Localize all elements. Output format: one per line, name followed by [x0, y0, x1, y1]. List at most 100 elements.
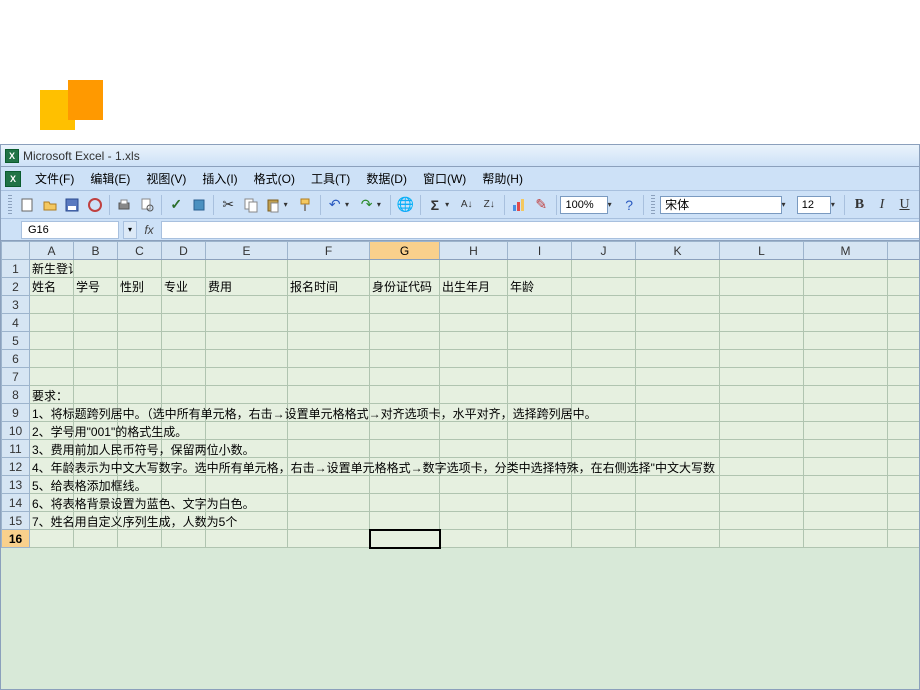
cell-M12[interactable]: [804, 458, 888, 476]
menu-data[interactable]: 数据(D): [358, 168, 415, 189]
col-header-L[interactable]: L: [720, 242, 804, 260]
cell-D4[interactable]: [162, 314, 206, 332]
cell-C7[interactable]: [118, 368, 162, 386]
col-header-A[interactable]: A: [30, 242, 74, 260]
print-icon[interactable]: [114, 194, 135, 216]
row-header-14[interactable]: 14: [2, 494, 30, 512]
permission-icon[interactable]: [84, 194, 105, 216]
cell-C6[interactable]: [118, 350, 162, 368]
cell-N4[interactable]: [888, 314, 920, 332]
cell-A11[interactable]: 3、费用前加人民币符号，保留两位小数。: [30, 440, 74, 458]
cell-E2[interactable]: 费用: [206, 278, 288, 296]
cell-E6[interactable]: [206, 350, 288, 368]
cell-L5[interactable]: [720, 332, 804, 350]
cell-A14[interactable]: 6、将表格背景设置为蓝色、文字为白色。: [30, 494, 74, 512]
cell-K9[interactable]: [636, 404, 720, 422]
format-painter-icon[interactable]: [295, 194, 316, 216]
cell-J2[interactable]: [572, 278, 636, 296]
cell-H13[interactable]: [440, 476, 508, 494]
cell-N3[interactable]: [888, 296, 920, 314]
cell-H1[interactable]: [440, 260, 508, 278]
autosum-dropdown-icon[interactable]: ▾: [445, 200, 454, 209]
row-header-3[interactable]: 3: [2, 296, 30, 314]
save-icon[interactable]: [62, 194, 83, 216]
cell-A15[interactable]: 7、姓名用自定义序列生成，人数为5个: [30, 512, 74, 530]
cell-F14[interactable]: [288, 494, 370, 512]
cell-M1[interactable]: [804, 260, 888, 278]
cell-I8[interactable]: [508, 386, 572, 404]
cell-J1[interactable]: [572, 260, 636, 278]
cell-N14[interactable]: [888, 494, 920, 512]
cell-F16[interactable]: [288, 530, 370, 548]
open-icon[interactable]: [39, 194, 60, 216]
research-icon[interactable]: [189, 194, 210, 216]
cell-J10[interactable]: [572, 422, 636, 440]
autosum-icon[interactable]: Σ: [425, 194, 446, 216]
zoom-combo[interactable]: 100%: [560, 196, 607, 214]
cell-I4[interactable]: [508, 314, 572, 332]
cell-B3[interactable]: [74, 296, 118, 314]
cell-G7[interactable]: [370, 368, 440, 386]
cell-H4[interactable]: [440, 314, 508, 332]
cell-M3[interactable]: [804, 296, 888, 314]
row-header-5[interactable]: 5: [2, 332, 30, 350]
cell-H8[interactable]: [440, 386, 508, 404]
redo-icon[interactable]: ↷: [356, 194, 377, 216]
cell-B7[interactable]: [74, 368, 118, 386]
font-size-combo[interactable]: 12: [797, 196, 831, 214]
menu-help[interactable]: 帮助(H): [474, 168, 531, 189]
cell-N7[interactable]: [888, 368, 920, 386]
cell-J6[interactable]: [572, 350, 636, 368]
cell-K1[interactable]: [636, 260, 720, 278]
font-size-dropdown-icon[interactable]: ▾: [831, 200, 840, 209]
cell-J16[interactable]: [572, 530, 636, 548]
cell-J3[interactable]: [572, 296, 636, 314]
cell-N15[interactable]: [888, 512, 920, 530]
cell-E5[interactable]: [206, 332, 288, 350]
font-name-combo[interactable]: 宋体: [660, 196, 781, 214]
cell-M8[interactable]: [804, 386, 888, 404]
cell-N5[interactable]: [888, 332, 920, 350]
italic-button[interactable]: I: [872, 194, 893, 216]
menu-format[interactable]: 格式(O): [246, 168, 303, 189]
cell-D16[interactable]: [162, 530, 206, 548]
cell-D3[interactable]: [162, 296, 206, 314]
zoom-dropdown-icon[interactable]: ▾: [608, 200, 617, 209]
col-header-K[interactable]: K: [636, 242, 720, 260]
cell-B4[interactable]: [74, 314, 118, 332]
cell-K10[interactable]: [636, 422, 720, 440]
cell-K7[interactable]: [636, 368, 720, 386]
sort-desc-icon[interactable]: Z↓: [479, 194, 500, 216]
cell-F4[interactable]: [288, 314, 370, 332]
underline-button[interactable]: U: [894, 194, 915, 216]
cell-F7[interactable]: [288, 368, 370, 386]
cell-G2[interactable]: 身份证代码: [370, 278, 440, 296]
formula-input[interactable]: [161, 221, 919, 239]
cell-L15[interactable]: [720, 512, 804, 530]
cell-L12[interactable]: [720, 458, 804, 476]
col-header-J[interactable]: J: [572, 242, 636, 260]
cell-N13[interactable]: [888, 476, 920, 494]
cell-K6[interactable]: [636, 350, 720, 368]
cell-G6[interactable]: [370, 350, 440, 368]
new-icon[interactable]: [17, 194, 38, 216]
cell-E10[interactable]: [206, 422, 288, 440]
cell-A4[interactable]: [30, 314, 74, 332]
cell-K2[interactable]: [636, 278, 720, 296]
cell-G15[interactable]: [370, 512, 440, 530]
cell-M6[interactable]: [804, 350, 888, 368]
worksheet-grid[interactable]: ABCDEFGHIJKLMN1新生登记表2姓名学号性别专业费用报名时间身份证代码…: [1, 241, 919, 689]
cell-A16[interactable]: [30, 530, 74, 548]
cell-K15[interactable]: [636, 512, 720, 530]
col-header-G[interactable]: G: [370, 242, 440, 260]
cell-E13[interactable]: [206, 476, 288, 494]
fx-button[interactable]: fx: [137, 223, 161, 237]
cell-J15[interactable]: [572, 512, 636, 530]
cell-D1[interactable]: [162, 260, 206, 278]
cell-L10[interactable]: [720, 422, 804, 440]
cell-K8[interactable]: [636, 386, 720, 404]
cell-K11[interactable]: [636, 440, 720, 458]
cell-B2[interactable]: 学号: [74, 278, 118, 296]
cell-I11[interactable]: [508, 440, 572, 458]
cell-A3[interactable]: [30, 296, 74, 314]
